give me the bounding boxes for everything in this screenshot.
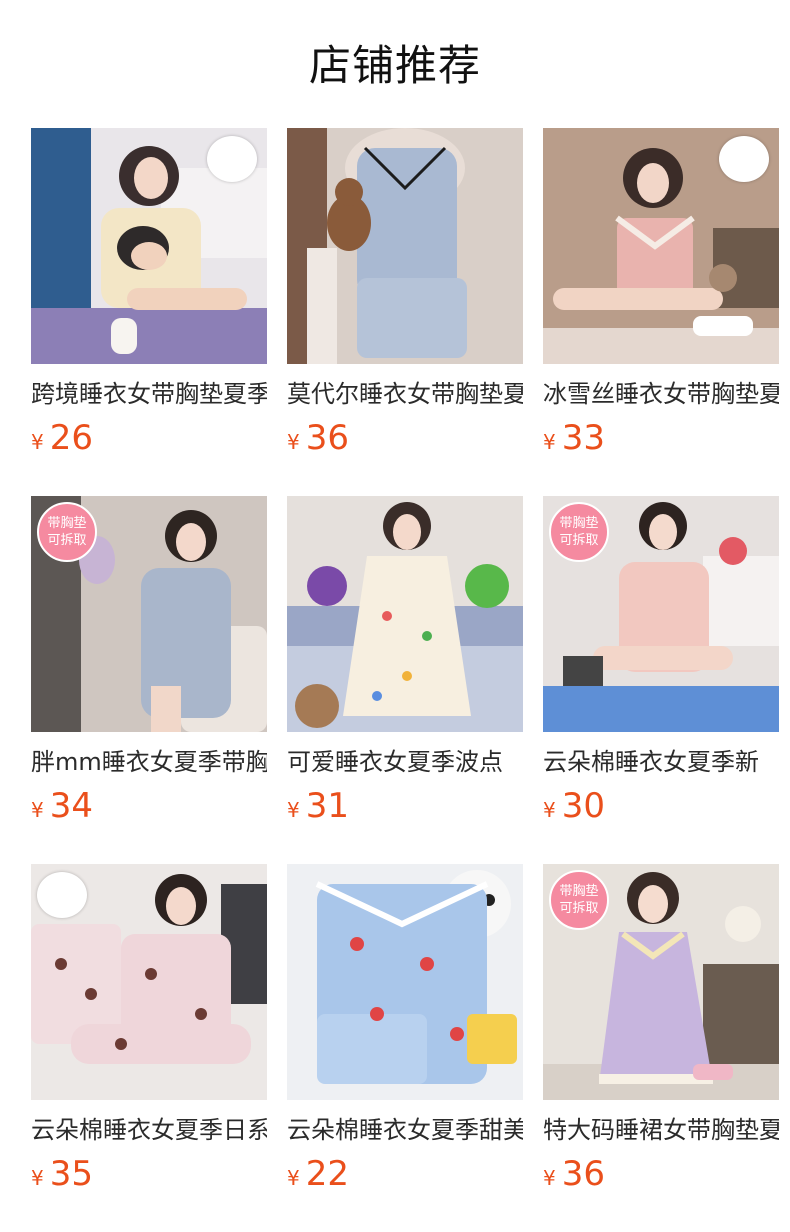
- product-card[interactable]: 莫代尔睡衣女带胸垫夏 ¥36: [287, 128, 523, 468]
- product-name: 跨境睡衣女带胸垫夏季: [31, 380, 267, 408]
- product-price: ¥36: [287, 418, 349, 458]
- product-name: 云朵棉睡衣女夏季甜美: [287, 1116, 523, 1144]
- chest-pad-badge: 带胸垫 可拆取: [37, 502, 97, 562]
- product-card[interactable]: 可爱睡衣女夏季波点 ¥31: [287, 496, 523, 836]
- product-price: ¥34: [31, 786, 93, 826]
- price-amount: 31: [305, 786, 349, 826]
- product-image[interactable]: [287, 496, 523, 732]
- product-card[interactable]: 冰雪丝睡衣女带胸垫夏 ¥33: [543, 128, 779, 468]
- price-amount: 36: [561, 1154, 605, 1194]
- currency-symbol: ¥: [31, 798, 44, 822]
- product-name: 可爱睡衣女夏季波点: [287, 748, 503, 776]
- product-price: ¥35: [31, 1154, 93, 1194]
- product-price: ¥36: [543, 1154, 605, 1194]
- product-price: ¥33: [543, 418, 605, 458]
- product-image[interactable]: 带胸垫 可拆取: [31, 496, 267, 732]
- currency-symbol: ¥: [543, 1166, 556, 1190]
- price-amount: 26: [49, 418, 93, 458]
- chest-pad-badge: 带胸垫 可拆取: [549, 502, 609, 562]
- product-photo: [287, 496, 523, 732]
- product-name: 冰雪丝睡衣女带胸垫夏: [543, 380, 779, 408]
- section-title: 店铺推荐: [308, 41, 481, 90]
- product-name: 云朵棉睡衣女夏季新: [543, 748, 759, 776]
- chest-pad-badge: 带胸垫 可拆取: [549, 870, 609, 930]
- currency-symbol: ¥: [287, 430, 300, 454]
- product-price: ¥31: [287, 786, 349, 826]
- product-image[interactable]: [31, 128, 267, 364]
- product-name: 云朵棉睡衣女夏季日系: [31, 1116, 267, 1144]
- product-price: ¥30: [543, 786, 605, 826]
- product-photo: [287, 864, 523, 1100]
- product-card[interactable]: 跨境睡衣女带胸垫夏季 ¥26: [31, 128, 267, 468]
- price-amount: 34: [49, 786, 93, 826]
- price-amount: 30: [561, 786, 605, 826]
- price-amount: 36: [305, 418, 349, 458]
- currency-symbol: ¥: [31, 430, 44, 454]
- price-amount: 35: [49, 1154, 93, 1194]
- product-name: 特大码睡裙女带胸垫夏: [543, 1116, 779, 1144]
- product-name: 莫代尔睡衣女带胸垫夏: [287, 380, 523, 408]
- currency-symbol: ¥: [287, 1166, 300, 1190]
- price-amount: 33: [561, 418, 605, 458]
- product-price: ¥22: [287, 1154, 349, 1194]
- chest-pad-icon: [719, 136, 769, 182]
- currency-symbol: ¥: [287, 798, 300, 822]
- chest-pad-icon: [37, 872, 87, 918]
- product-image[interactable]: 带胸垫 可拆取: [543, 496, 779, 732]
- product-card[interactable]: 带胸垫 可拆取 云朵棉睡衣女夏季新 ¥30: [543, 496, 779, 836]
- product-image[interactable]: [287, 128, 523, 364]
- product-image[interactable]: 带胸垫 可拆取: [543, 864, 779, 1100]
- currency-symbol: ¥: [31, 1166, 44, 1190]
- product-image[interactable]: [287, 864, 523, 1100]
- product-name: 胖mm睡衣女夏季带胸: [31, 748, 267, 776]
- product-image[interactable]: [31, 864, 267, 1100]
- product-card[interactable]: 云朵棉睡衣女夏季日系 ¥35: [31, 864, 267, 1204]
- currency-symbol: ¥: [543, 798, 556, 822]
- product-card[interactable]: 带胸垫 可拆取 特大码睡裙女带胸垫夏 ¥36: [543, 864, 779, 1204]
- product-image[interactable]: [543, 128, 779, 364]
- product-card[interactable]: 云朵棉睡衣女夏季甜美 ¥22: [287, 864, 523, 1204]
- currency-symbol: ¥: [543, 430, 556, 454]
- product-price: ¥26: [31, 418, 93, 458]
- chest-pad-icon: [207, 136, 257, 182]
- price-amount: 22: [305, 1154, 349, 1194]
- product-photo: [287, 128, 523, 364]
- product-card[interactable]: 带胸垫 可拆取 胖mm睡衣女夏季带胸 ¥34: [31, 496, 267, 836]
